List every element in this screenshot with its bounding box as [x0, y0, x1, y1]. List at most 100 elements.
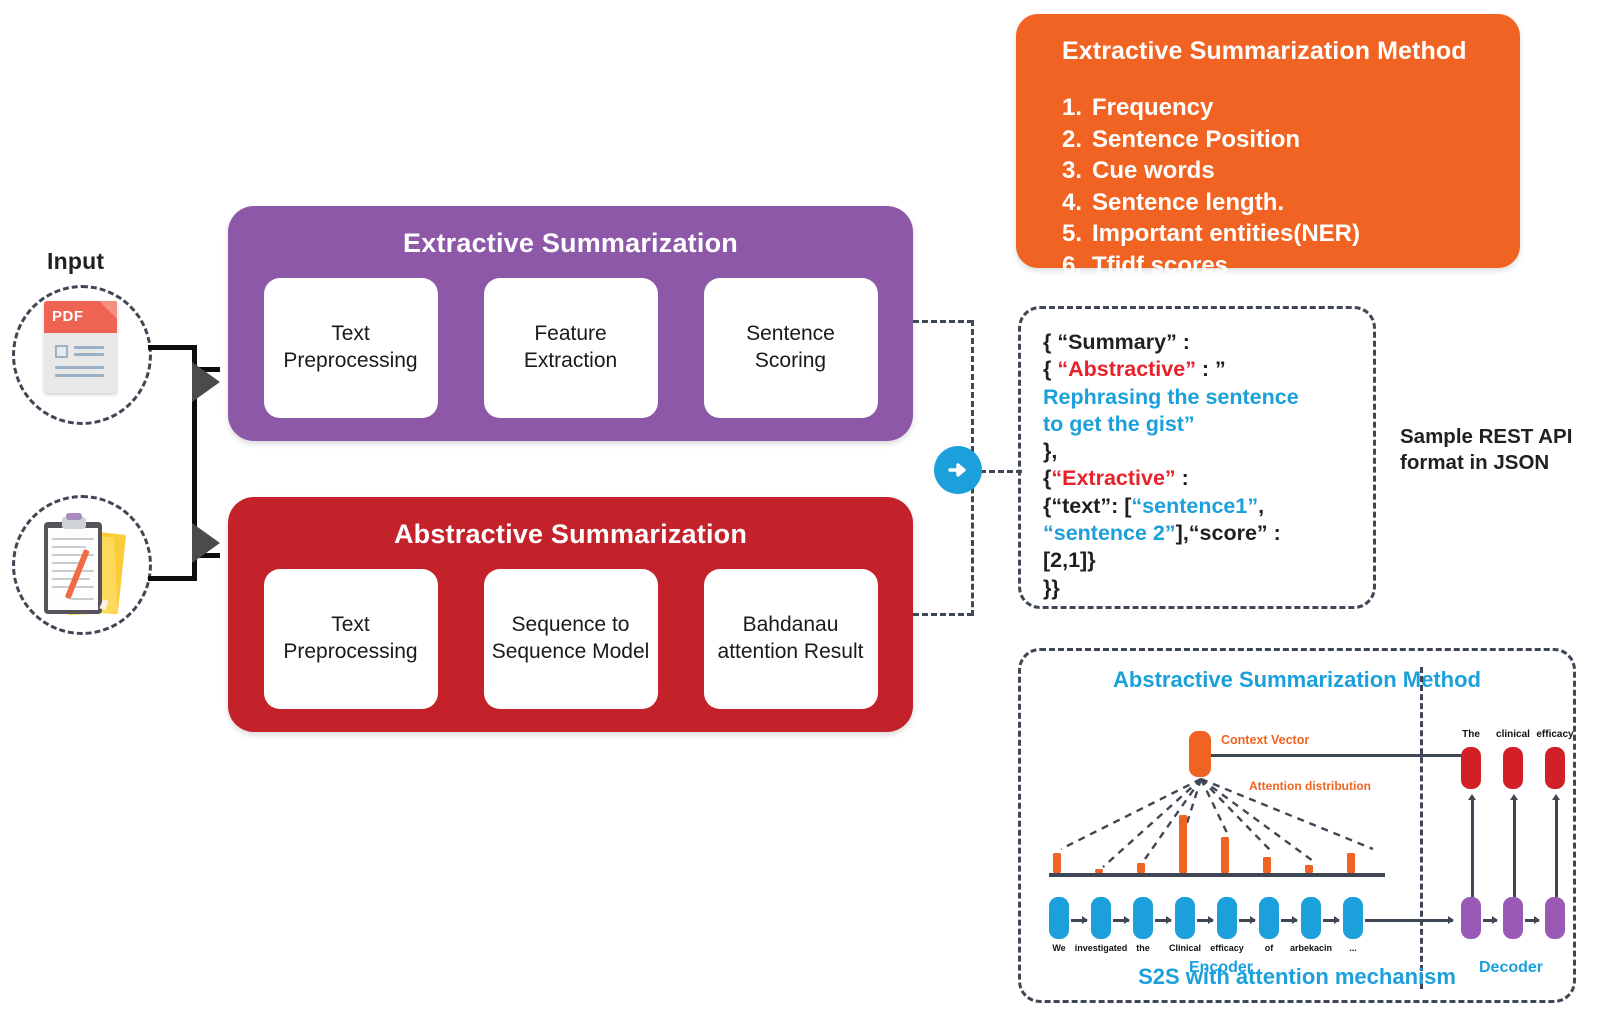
- method-item-number: 4.: [1062, 188, 1083, 216]
- attention-bar: [1263, 857, 1271, 873]
- card-sequence-to-sequence-model[interactable]: Sequence to Sequence Model: [483, 569, 658, 709]
- json-token: “sentence 2”: [1043, 521, 1176, 546]
- json-line: }}: [1043, 575, 1363, 602]
- card-text-preprocessing[interactable]: Text Preprocessing: [263, 569, 438, 709]
- bracket-segment: [148, 576, 192, 581]
- json-line: { “Summary” :: [1043, 329, 1363, 356]
- encoder-chain-arrow: [1197, 916, 1214, 923]
- attention-axis: [1049, 873, 1385, 877]
- extractive-card-row: Text Preprocessing Feature Extraction Se…: [228, 278, 913, 418]
- attention-distribution-label: Attention distribution: [1249, 779, 1371, 793]
- method-item-text: Important entities(NER): [1092, 220, 1361, 248]
- decoder-chain-arrow: [1483, 916, 1498, 923]
- json-line: {“Extractive” :: [1043, 465, 1363, 492]
- encoder-chain-arrow: [1155, 916, 1172, 923]
- json-token: :: [1175, 466, 1189, 491]
- json-token: : ”: [1195, 357, 1226, 382]
- extractive-panel-title: Extractive Summarization: [403, 228, 738, 258]
- json-line: [2,1]}: [1043, 547, 1363, 574]
- encoder-chain-arrow: [1113, 916, 1130, 923]
- rest-api-caption: Sample REST API format in JSON: [1400, 425, 1573, 474]
- method-item-text: Sentence length.: [1092, 188, 1285, 216]
- method-item-number: 1.: [1062, 94, 1083, 121]
- encoder-to-decoder-arrow: [1365, 916, 1454, 923]
- context-vector-arrow: [1211, 751, 1478, 758]
- attention-bar: [1053, 853, 1061, 873]
- method-item-number: 5.: [1062, 220, 1083, 248]
- json-token: { “Summary” :: [1043, 330, 1190, 354]
- encoder-cell: [1343, 897, 1363, 939]
- decoder-cell: [1461, 897, 1481, 939]
- encoder-cell: [1301, 897, 1321, 939]
- encoder-chain-arrow: [1281, 916, 1298, 923]
- method-list-item: 2. Sentence Position: [1062, 126, 1360, 154]
- decoder-up-arrow: [1468, 794, 1475, 897]
- pdf-file-icon: PDF: [44, 301, 117, 393]
- flow-arrow-button[interactable]: [934, 446, 982, 494]
- method-list-item: 5. Important entities(NER): [1062, 220, 1360, 248]
- clipboard-icon: [40, 512, 127, 616]
- encoder-cell: [1259, 897, 1279, 939]
- method-item-number: 2.: [1062, 125, 1083, 153]
- method-item-number: 6.: [1062, 251, 1083, 279]
- extractive-summarization-panel[interactable]: Extractive Summarization Text Preprocess…: [228, 206, 913, 441]
- arrow-to-extractive: [192, 362, 220, 402]
- pdf-badge-label: PDF: [52, 308, 84, 325]
- json-line: to get the gist”: [1043, 411, 1363, 438]
- attention-bar: [1347, 852, 1355, 873]
- pdf-line: [55, 366, 104, 369]
- encoder-cell: [1175, 897, 1195, 939]
- output-word: efficacy: [1536, 729, 1574, 740]
- encoder-cell: [1217, 897, 1237, 939]
- decoder-cell: [1503, 897, 1523, 939]
- bracket-segment: [148, 345, 192, 350]
- s2s-caption: S2S with attention mechanism: [1138, 964, 1456, 989]
- json-token: “sentence1”: [1131, 493, 1259, 518]
- json-sample-box: { “Summary” : { “Abstractive” : ” Rephras…: [1018, 306, 1376, 609]
- card-bahdanau-attention-result[interactable]: Bahdanau attention Result: [703, 569, 878, 709]
- json-token: to get the gist”: [1043, 411, 1195, 436]
- input-label: Input: [47, 248, 105, 274]
- method-list-item: 3. Cue words: [1062, 157, 1360, 185]
- attention-bar: [1179, 815, 1187, 873]
- json-token: },: [1043, 439, 1058, 464]
- context-vector-cell: [1189, 731, 1211, 777]
- encoder-chain-arrow: [1071, 916, 1088, 923]
- s2s-title: Abstractive Summarization Method: [1113, 667, 1481, 692]
- method-list-item: 4. Sentence length.: [1062, 189, 1360, 217]
- encoder-cell: [1091, 897, 1111, 939]
- s2s-diagram-box: Abstractive Summarization Method Context…: [1018, 648, 1576, 1003]
- pdf-line: [55, 374, 104, 377]
- extractive-method-list: 1. Frequency 2. Sentence Position 3. Cue…: [1062, 94, 1360, 284]
- json-line: },: [1043, 438, 1363, 465]
- json-token: ,: [1258, 493, 1265, 518]
- connector-abstractive-up: [971, 470, 974, 616]
- encoder-cell: [1133, 897, 1153, 939]
- encoder-decoder-divider: [1420, 667, 1423, 989]
- attention-bar: [1137, 862, 1145, 873]
- connector-extractive-down: [971, 320, 974, 470]
- attention-bar: [1305, 865, 1313, 873]
- clipboard-clip-top: [66, 513, 82, 520]
- json-line: Rephrasing the sentence: [1043, 384, 1363, 411]
- card-text-preprocessing[interactable]: Text Preprocessing: [263, 278, 438, 418]
- decoder-cell: [1545, 897, 1565, 939]
- method-item-text: Tfidf scores: [1092, 251, 1229, 279]
- json-token: [2,1]}: [1043, 548, 1096, 573]
- arrow-to-abstractive: [192, 523, 220, 563]
- json-token: {“text”: [: [1043, 493, 1132, 518]
- method-list-item: 1. Frequency: [1062, 94, 1360, 122]
- json-token: “Extractive”: [1051, 466, 1176, 491]
- json-line: “sentence 2”],“score” :: [1043, 520, 1363, 547]
- method-item-text: Sentence Position: [1092, 125, 1301, 153]
- decoder-chain-arrow: [1525, 916, 1540, 923]
- card-feature-extraction[interactable]: Feature Extraction: [483, 278, 658, 418]
- attention-bar: [1221, 837, 1229, 873]
- card-sentence-scoring[interactable]: Sentence Scoring: [703, 278, 878, 418]
- encoder-chain-arrow: [1323, 916, 1340, 923]
- json-token: ],“score” :: [1175, 521, 1281, 546]
- encoder-word: ...: [1349, 943, 1357, 953]
- abstractive-summarization-panel[interactable]: Abstractive Summarization Text Preproces…: [228, 497, 913, 732]
- context-vector-label: Context Vector: [1221, 733, 1310, 747]
- json-token: Rephrasing the sentence: [1043, 384, 1299, 409]
